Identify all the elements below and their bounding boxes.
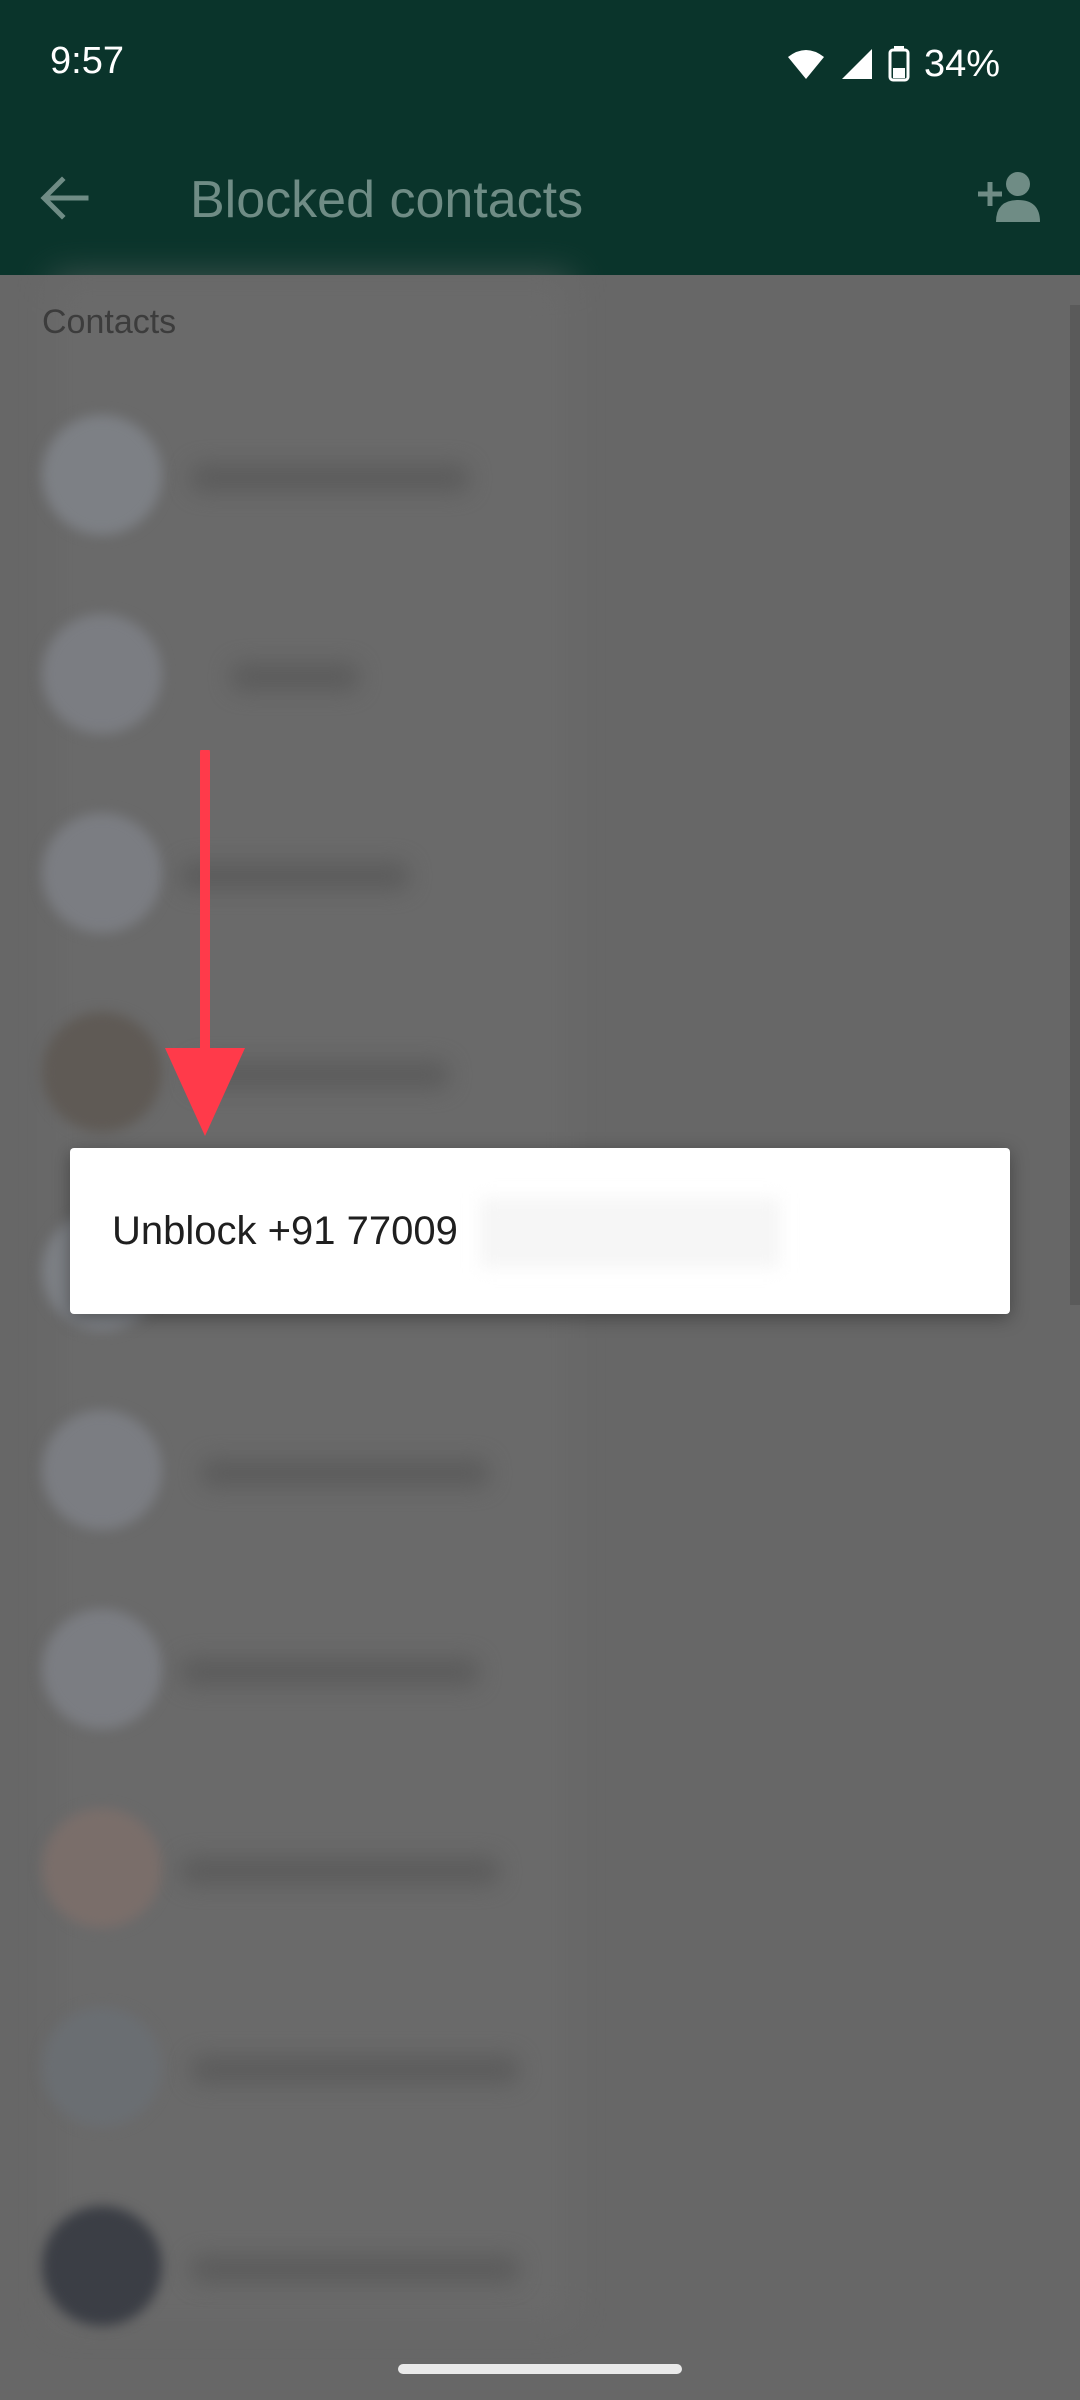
battery-icon <box>888 46 910 82</box>
avatar <box>42 813 162 933</box>
phone-number-redaction <box>480 1198 780 1268</box>
add-contact-icon[interactable] <box>978 168 1042 224</box>
back-arrow-icon[interactable] <box>38 172 90 224</box>
section-label: Contacts <box>42 303 177 341</box>
blocked-contacts-list: Contacts <box>0 275 1080 2400</box>
contact-row[interactable] <box>0 574 1080 774</box>
avatar <box>42 614 162 734</box>
avatar <box>42 2007 162 2127</box>
wifi-icon <box>787 50 824 79</box>
redacted-contact-name <box>200 1458 490 1488</box>
unblock-dialog: Unblock +91 77009 <box>70 1148 1010 1314</box>
redacted-contact-name <box>180 1657 480 1687</box>
redacted-contact-name <box>190 2055 520 2085</box>
status-time: 9:57 <box>50 40 124 82</box>
cellular-signal-icon <box>841 49 872 79</box>
contact-row[interactable] <box>0 1569 1080 1769</box>
avatar <box>42 1410 162 1530</box>
status-bar: 9:57 34% <box>0 0 1080 130</box>
avatar <box>42 1808 162 1928</box>
redacted-contact-name <box>230 662 360 692</box>
contact-row[interactable] <box>0 2166 1080 2366</box>
avatar <box>42 1609 162 1729</box>
contact-row[interactable] <box>0 1967 1080 2167</box>
contact-row[interactable] <box>0 375 1080 575</box>
status-icons: 34% <box>786 40 1000 88</box>
contact-row[interactable] <box>0 1370 1080 1570</box>
app-bar: Blocked contacts <box>0 130 1080 275</box>
contact-row[interactable] <box>0 1768 1080 1968</box>
redacted-contact-name <box>190 463 470 493</box>
redacted-contact-name <box>190 2254 520 2284</box>
redacted-contact-name <box>180 1856 500 1886</box>
unblock-option-label: Unblock +91 77009 <box>112 1208 458 1253</box>
avatar <box>42 2206 162 2326</box>
annotation-arrow <box>165 750 245 1136</box>
page-title: Blocked contacts <box>190 171 584 229</box>
avatar <box>42 415 162 535</box>
gesture-nav-handle[interactable] <box>398 2364 682 2374</box>
avatar <box>42 1012 162 1132</box>
battery-percent: 34% <box>923 42 1000 85</box>
unblock-option[interactable]: Unblock +91 77009 <box>112 1148 458 1314</box>
